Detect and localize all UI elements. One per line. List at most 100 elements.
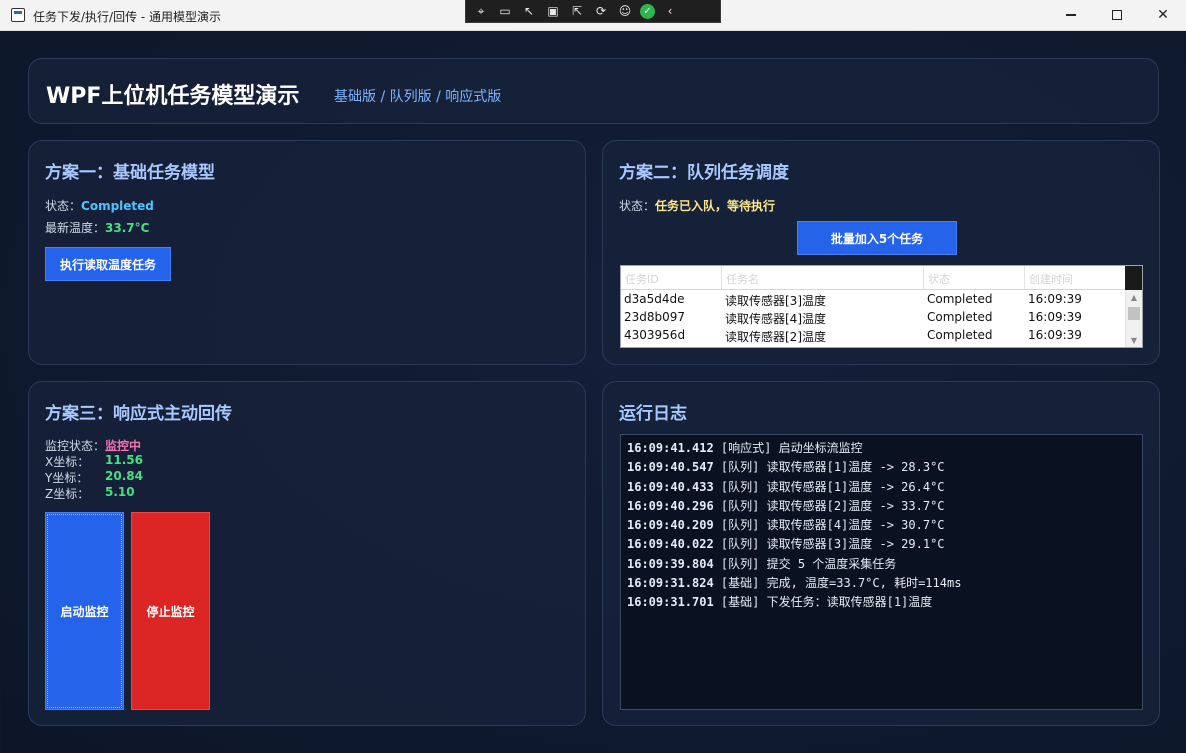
z-coordinate-value: 5.10 [105,485,135,499]
close-icon: ✕ [1157,7,1169,23]
window-titlebar: 任务下发/执行/回传 - 通用模型演示 ⌖ ▭ ↖ ▣ ⇱ ⟳ ☺ ✓ ‹ ✕ [0,0,1186,31]
accessibility-icon[interactable]: ☺ [616,3,634,19]
queue-task-panel: 方案二：队列任务调度 状态：任务已入队，等待执行 批量加入5个任务 任务ID 任… [602,140,1160,365]
maximize-button[interactable] [1094,0,1140,30]
hot-reload-icon[interactable]: ⟳ [592,3,610,19]
grid-scrollbar[interactable]: ▲ ▼ [1125,290,1142,347]
log-timestamp: 16:09:39.804 [627,556,714,571]
run-log-panel: 运行日志 16:09:41.412 [响应式] 启动坐标流监控 16:09:40… [602,381,1160,726]
basic-task-panel: 方案一：基础任务模型 状态：Completed 最新温度：33.7°C 执行读取… [28,140,586,365]
column-header-id[interactable]: 任务ID [621,266,722,290]
scroll-down-icon[interactable]: ▼ [1126,333,1142,347]
debug-toolbar: ⌖ ▭ ↖ ▣ ⇱ ⟳ ☺ ✓ ‹ [465,0,721,23]
close-button[interactable]: ✕ [1140,0,1186,30]
cell-status: Completed [927,292,993,306]
log-line: 16:09:40.022 [队列] 读取传感器[3]温度 -> 29.1°C [627,535,1142,554]
log-timestamp: 16:09:40.433 [627,479,714,494]
status-line: 状态：任务已入队，等待执行 [619,197,775,214]
x-coordinate-value: 11.56 [105,453,143,467]
enqueue-five-tasks-button[interactable]: 批量加入5个任务 [797,221,957,255]
panel-title: 方案三：响应式主动回传 [45,404,232,424]
reactive-panel: 方案三：响应式主动回传 监控状态：监控中 X坐标： 11.56 Y坐标： 20.… [28,381,586,726]
cell-name: 读取传感器[3]温度 [725,294,826,308]
task-grid[interactable]: 任务ID 任务名 状态 创建时间 d3a5d4de 读取传感器[3]温度 Com… [620,265,1143,348]
log-line: 16:09:40.296 [队列] 读取传感器[2]温度 -> 33.7°C [627,497,1142,516]
page-title: WPF上位机任务模型演示 [46,84,300,109]
log-line: 16:09:41.412 [响应式] 启动坐标流监控 [627,439,1142,458]
status-value: Completed [81,199,154,213]
log-message: [队列] 读取传感器[2]温度 -> 33.7°C [713,498,945,513]
cell-id: 4303956d [624,328,686,342]
log-line: 16:09:31.701 [基础] 下发任务：读取传感器[1]温度 [627,593,1142,612]
temperature-value: 33.7°C [105,221,150,235]
hover-select-icon[interactable]: ⇱ [568,3,586,19]
page-subtitle: 基础版 / 队列版 / 响应式版 [334,89,502,105]
log-line: 16:09:39.804 [队列] 提交 5 个温度采集任务 [627,555,1142,574]
column-header-status[interactable]: 状态 [924,266,1025,290]
cell-id: 23d8b097 [624,310,686,324]
log-message: [响应式] 启动坐标流监控 [713,441,863,455]
log-message: [基础] 完成, 温度=33.7°C, 耗时=114ms [713,576,962,591]
scroll-thumb[interactable] [1128,307,1140,320]
temperature-line: 最新温度：33.7°C [45,219,149,236]
grid-header: 任务ID 任务名 状态 创建时间 [621,266,1126,290]
monitor-status-label: 监控状态： [45,439,106,453]
cell-id: d3a5d4de [624,292,685,306]
log-timestamp: 16:09:40.296 [627,498,714,513]
log-line: 16:09:40.547 [队列] 读取传感器[1]温度 -> 28.3°C [627,458,1142,477]
ok-check-icon[interactable]: ✓ [640,3,655,19]
window-title: 任务下发/执行/回传 - 通用模型演示 [33,10,222,24]
z-coordinate-label: Z坐标： [45,487,90,501]
select-element-icon[interactable]: ⌖ [472,3,490,19]
temperature-label: 最新温度： [45,221,106,235]
read-temperature-button[interactable]: 执行读取温度任务 [45,247,171,281]
grid-body: d3a5d4de 读取传感器[3]温度 Completed 16:09:39 2… [621,290,1126,344]
cell-status: Completed [927,310,993,324]
collapse-icon[interactable]: ‹ [661,3,679,19]
log-message: [队列] 读取传感器[3]温度 -> 29.1°C [713,537,945,552]
table-row[interactable]: 4303956d 读取传感器[2]温度 Completed 16:09:39 [621,326,1126,344]
grid-corner [1125,266,1142,290]
log-timestamp: 16:09:40.022 [627,537,714,552]
status-label: 状态： [45,199,82,213]
window-controls: ✕ [1048,0,1186,30]
cell-time: 16:09:39 [1028,292,1082,306]
column-header-time[interactable]: 创建时间 [1025,266,1126,290]
log-timestamp: 16:09:40.547 [627,460,714,475]
frame-icon[interactable]: ▣ [544,3,562,19]
cell-time: 16:09:39 [1028,328,1082,342]
minimize-button[interactable] [1048,0,1094,30]
table-row[interactable]: 23d8b097 读取传感器[4]温度 Completed 16:09:39 [621,308,1126,326]
header-card: WPF上位机任务模型演示 基础版 / 队列版 / 响应式版 [28,58,1159,124]
status-value: 任务已入队，等待执行 [655,199,776,213]
status-label: 状态： [619,199,656,213]
record-icon[interactable]: ▭ [496,3,514,19]
log-message: [队列] 读取传感器[4]温度 -> 30.7°C [713,518,945,533]
log-line: 16:09:40.209 [队列] 读取传感器[4]温度 -> 30.7°C [627,516,1142,535]
table-row[interactable]: d3a5d4de 读取传感器[3]温度 Completed 16:09:39 [621,290,1126,308]
scroll-up-icon[interactable]: ▲ [1126,290,1142,304]
log-line: 16:09:40.433 [队列] 读取传感器[1]温度 -> 26.4°C [627,478,1142,497]
log-line: 16:09:31.824 [基础] 完成, 温度=33.7°C, 耗时=114m… [627,574,1142,593]
panel-title: 方案二：队列任务调度 [619,163,789,183]
monitor-status-value: 监控中 [105,439,142,453]
panel-title: 运行日志 [619,404,687,424]
log-message: [队列] 读取传感器[1]温度 -> 28.3°C [713,460,945,475]
cell-time: 16:09:39 [1028,310,1082,324]
status-line: 状态：Completed [45,197,154,214]
panel-title: 方案一：基础任务模型 [45,163,215,183]
minimize-icon [1066,14,1076,16]
log-message: [队列] 读取传感器[1]温度 -> 26.4°C [713,479,945,494]
log-textbox[interactable]: 16:09:41.412 [响应式] 启动坐标流监控 16:09:40.547 … [620,434,1143,710]
log-timestamp: 16:09:31.824 [627,576,714,591]
column-header-name[interactable]: 任务名 [722,266,924,290]
maximize-icon [1112,10,1122,20]
cell-name: 读取传感器[4]温度 [725,312,826,326]
monitor-status-line: 监控状态：监控中 [45,437,141,454]
log-message: [队列] 提交 5 个温度采集任务 [713,556,897,571]
stop-monitor-button[interactable]: 停止监控 [131,512,210,710]
cell-name: 读取传感器[2]温度 [725,330,826,344]
start-monitor-button[interactable]: 启动监控 [45,512,124,710]
log-timestamp: 16:09:31.701 [627,595,714,610]
pointer-icon[interactable]: ↖ [520,3,538,19]
